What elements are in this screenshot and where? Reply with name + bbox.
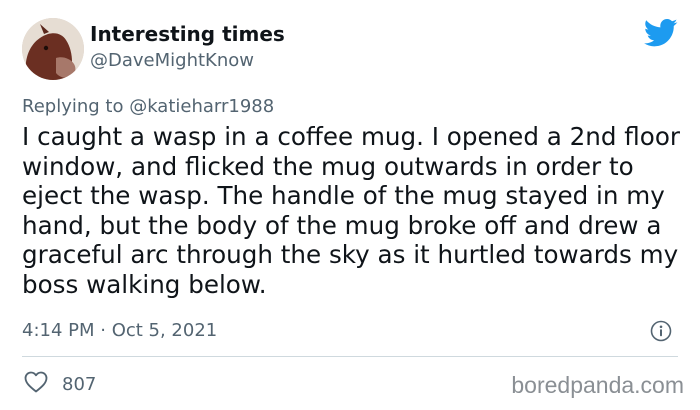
reply-context: Replying to @katieharr1988 bbox=[22, 96, 274, 117]
info-icon[interactable] bbox=[650, 320, 672, 342]
reply-prefix: Replying to bbox=[22, 96, 130, 117]
twitter-bird-icon bbox=[643, 18, 678, 48]
reply-mention-link[interactable]: @katieharr1988 bbox=[129, 96, 274, 117]
avatar[interactable] bbox=[22, 18, 84, 80]
like-button[interactable]: 807 bbox=[24, 371, 96, 397]
tweet-text: I caught a wasp in a coffee mug. I opene… bbox=[22, 122, 680, 299]
display-name[interactable]: Interesting times bbox=[90, 22, 285, 46]
heart-icon[interactable] bbox=[24, 371, 48, 397]
watermark: boredpanda.com bbox=[511, 372, 684, 398]
divider bbox=[22, 356, 678, 357]
like-count: 807 bbox=[62, 373, 97, 395]
tweet-timestamp[interactable]: 4:14 PM · Oct 5, 2021 bbox=[22, 320, 217, 341]
user-handle[interactable]: @DaveMightKnow bbox=[90, 50, 254, 71]
